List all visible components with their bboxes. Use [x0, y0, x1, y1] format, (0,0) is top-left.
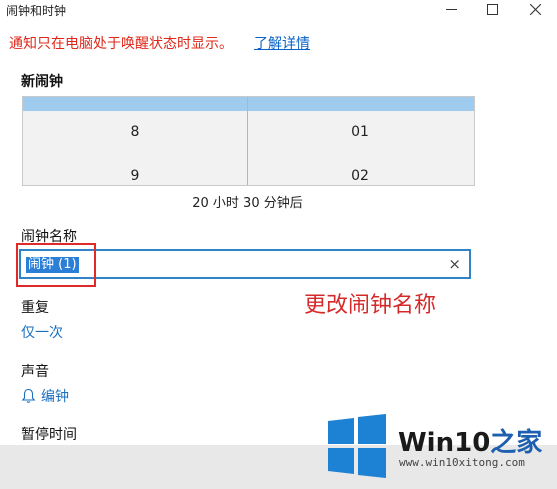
learn-more-link[interactable]: 了解详情: [254, 33, 310, 53]
minimize-button[interactable]: [438, 0, 464, 18]
watermark-brand-prefix: Win10: [398, 428, 491, 458]
close-icon: [529, 3, 541, 15]
watermark-brand: Win10之家: [398, 422, 542, 459]
hour-option[interactable]: 9: [23, 168, 247, 184]
hour-column[interactable]: 8 9: [23, 111, 247, 185]
new-alarm-heading: 新闹钟: [21, 74, 63, 90]
time-until-alarm: 20 小时 30 分钟后: [192, 196, 303, 211]
time-picker[interactable]: 8 9 01 02: [22, 96, 475, 186]
maximize-icon: [486, 3, 498, 15]
windows-logo: [328, 414, 386, 478]
minute-option[interactable]: 01: [248, 124, 472, 140]
sound-selector[interactable]: 编钟: [21, 386, 69, 406]
snooze-label: 暂停时间: [21, 427, 77, 443]
hour-option[interactable]: 8: [23, 124, 247, 140]
bell-icon: [21, 388, 36, 403]
sound-label: 声音: [21, 364, 49, 380]
window-title: 闹钟和时钟: [6, 4, 67, 18]
notification-notice: 通知只在电脑处于唤醒状态时显示。: [9, 36, 233, 52]
watermark-brand-suffix: 之家: [490, 428, 543, 458]
repeat-label: 重复: [21, 300, 49, 316]
highlight-box: [16, 243, 96, 287]
maximize-button[interactable]: [479, 0, 505, 18]
repeat-selector[interactable]: 仅一次: [21, 322, 63, 342]
minimize-icon: [445, 8, 457, 10]
annotation-text: 更改闹钟名称: [304, 293, 437, 318]
sound-value: 编钟: [41, 389, 69, 405]
minute-option[interactable]: 02: [248, 168, 472, 184]
clear-icon[interactable]: ×: [448, 255, 461, 273]
time-picker-header: [23, 97, 474, 111]
minute-column[interactable]: 01 02: [248, 111, 472, 185]
close-button[interactable]: [522, 0, 548, 18]
watermark-url: www.win10xitong.com: [399, 456, 525, 469]
